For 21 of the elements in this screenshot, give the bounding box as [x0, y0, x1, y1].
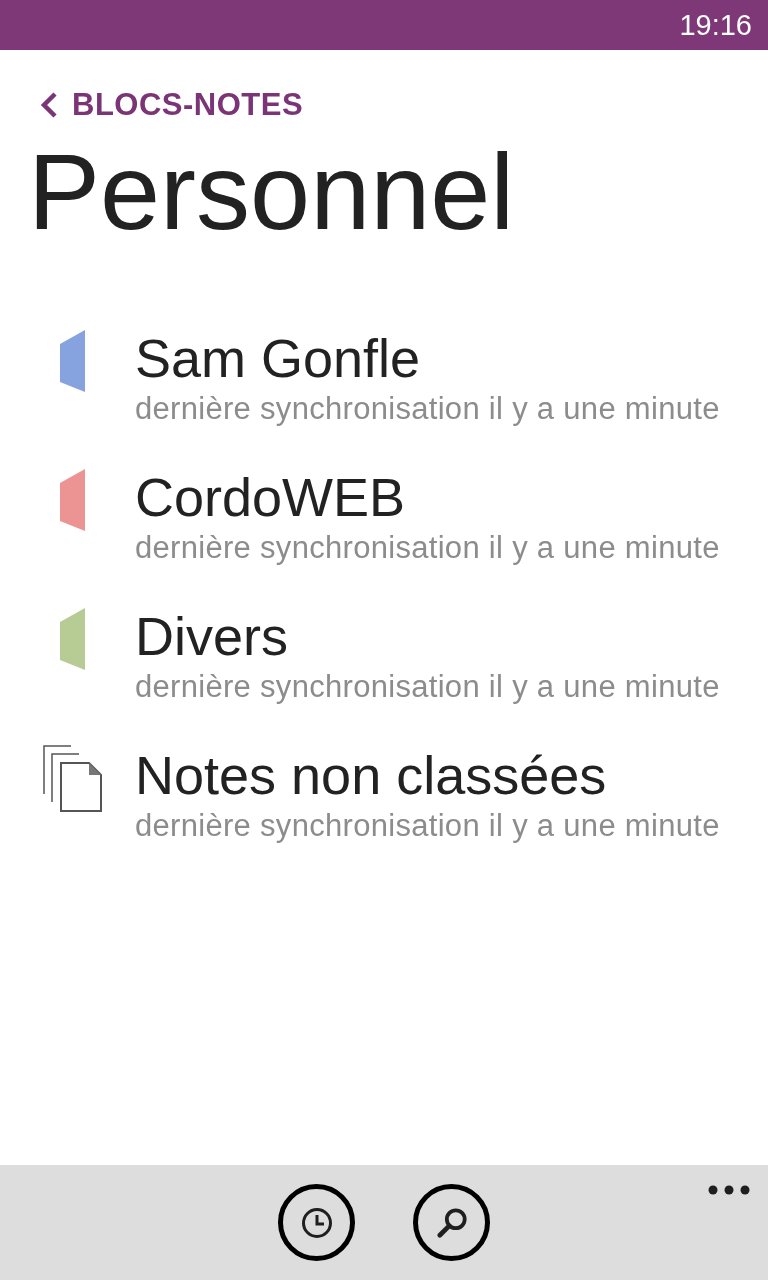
notebook-item[interactable]: Divers dernière synchronisation il y a une minute	[0, 606, 768, 745]
notebook-name: CordoWEB	[135, 467, 406, 527]
notebook-item[interactable]: CordoWEB dernière synchronisation il y a une minute	[0, 467, 768, 606]
sync-status-text: dernière synchronisation il y a une minute	[135, 531, 720, 565]
chevron-left-icon	[40, 92, 58, 118]
page-title: Personnel	[28, 132, 515, 252]
notebook-name: Sam Gonfle	[135, 328, 421, 388]
search-button[interactable]	[413, 1184, 490, 1261]
search-icon	[435, 1206, 468, 1239]
recent-button[interactable]	[278, 1184, 355, 1261]
sync-status-text: dernière synchronisation il y a une minute	[135, 392, 720, 426]
clock-time: 19:16	[679, 8, 752, 42]
ellipsis-icon	[708, 1185, 750, 1195]
notebook-name: Notes non classées	[135, 745, 607, 805]
clock-icon	[300, 1206, 333, 1239]
notebook-name: Divers	[135, 606, 288, 666]
sync-status-text: dernière synchronisation il y a une minute	[135, 670, 720, 704]
sync-status-text: dernière synchronisation il y a une minute	[135, 809, 720, 843]
notebook-item[interactable]: Sam Gonfle dernière synchronisation il y a une minute	[0, 328, 768, 467]
stacked-pages-icon	[43, 745, 102, 812]
notebook-item[interactable]: Notes non classées dernière synchronisation il y a une minute	[0, 745, 768, 884]
